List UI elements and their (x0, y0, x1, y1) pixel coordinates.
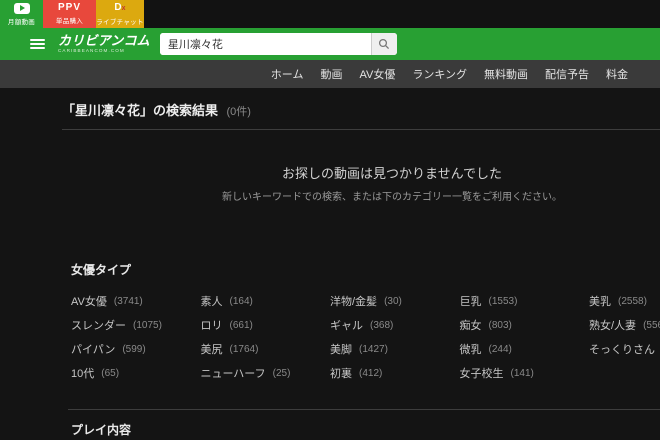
nav-pricing[interactable]: 料金 (606, 66, 628, 82)
nav-ranking[interactable]: ランキング (412, 66, 467, 82)
livechat-button[interactable]: Dx ライブチャット (96, 0, 144, 28)
empty-results-title: お探しの動画は見つかりませんでした (62, 164, 660, 184)
nav-videos[interactable]: 動画 (320, 66, 342, 82)
category-grid: AV女優(3741) 素人(164) 洋物/金髪(30) 巨乳(1553) 美乳… (62, 289, 660, 385)
category-link[interactable]: 美乳(2558) (589, 289, 660, 313)
main-content: 「星川凛々花」の検索結果 (0件) お探しの動画は見つかりませんでした 新しいキ… (0, 88, 660, 440)
nav-home[interactable]: ホーム (271, 66, 304, 82)
page: { "topbar": { "monthly": { "label": "月額動… (0, 0, 660, 440)
category-link[interactable]: そっくりさん(73) (589, 337, 660, 361)
empty-results-message: お探しの動画は見つかりませんでした 新しいキーワードでの検索、または下のカテゴリ… (62, 164, 660, 205)
play-icon (14, 3, 30, 14)
category-link[interactable]: 巨乳(1553) (460, 289, 590, 313)
livechat-label: ライブチャット (96, 16, 144, 26)
nav-free-videos[interactable]: 無料動画 (484, 66, 528, 82)
category-link[interactable]: スレンダー(1075) (71, 313, 201, 337)
category-link[interactable]: ロリ(661) (201, 313, 331, 337)
dx-logo-icon: Dx (114, 3, 125, 14)
section-title-play-content: プレイ内容 (62, 421, 660, 439)
ppv-button[interactable]: PPV 単品購入 (43, 0, 96, 28)
nav-av-actress[interactable]: AV女優 (359, 66, 395, 82)
empty-results-hint: 新しいキーワードでの検索、または下のカテゴリー一覧をご利用ください。 (62, 190, 660, 205)
category-link[interactable]: 洋物/金髪(30) (330, 289, 460, 313)
category-link[interactable]: パイパン(599) (71, 337, 201, 361)
site-logo[interactable]: カリビアンコム CARIBBEANCOM.COM (58, 34, 150, 54)
play-triangle (20, 5, 25, 11)
search-results-header: 「星川凛々花」の検索結果 (0件) (62, 88, 660, 122)
divider (62, 129, 660, 130)
site-header: カリビアンコム CARIBBEANCOM.COM (0, 28, 660, 60)
category-link[interactable]: 痴女(803) (460, 313, 590, 337)
search-input[interactable] (160, 33, 371, 55)
category-link[interactable]: 微乳(244) (460, 337, 590, 361)
category-link[interactable]: 美尻(1764) (201, 337, 331, 361)
topbar: 月額動画 PPV 単品購入 Dx ライブチャット (0, 0, 660, 28)
main-nav: ホーム 動画 AV女優 ランキング 無料動画 配信予告 料金 (0, 60, 660, 88)
site-logo-title: カリビアンコム (58, 34, 150, 47)
ppv-title: PPV (58, 3, 81, 13)
monthly-video-button[interactable]: 月額動画 (0, 0, 43, 28)
search-results-title: 「星川凛々花」の検索結果 (62, 103, 218, 118)
category-link[interactable]: 初裏(412) (330, 361, 460, 385)
category-link[interactable]: ニューハーフ(25) (201, 361, 331, 385)
divider (68, 409, 660, 410)
category-link[interactable]: AV女優(3741) (71, 289, 201, 313)
category-link[interactable]: 美脚(1427) (330, 337, 460, 361)
category-link[interactable]: 素人(164) (201, 289, 331, 313)
section-title-actress-type: 女優タイプ (62, 261, 660, 279)
menu-icon[interactable] (30, 37, 45, 51)
ppv-label: 単品購入 (56, 15, 83, 25)
search-button[interactable] (371, 33, 397, 55)
category-link[interactable]: ギャル(368) (330, 313, 460, 337)
nav-streaming-schedule[interactable]: 配信予告 (545, 66, 589, 82)
content-container: 「星川凛々花」の検索結果 (0件) お探しの動画は見つかりませんでした 新しいキ… (62, 88, 660, 439)
dx-logo-x: x (122, 5, 126, 12)
category-link[interactable]: 10代(65) (71, 361, 201, 385)
category-link[interactable]: 熟女/人妻(556) (589, 313, 660, 337)
search-results-count: (0件) (226, 106, 250, 118)
dx-logo-d: D (114, 2, 121, 13)
monthly-video-label: 月額動画 (8, 16, 35, 26)
search-box (160, 33, 397, 55)
site-logo-subtitle: CARIBBEANCOM.COM (58, 49, 150, 54)
search-icon (378, 38, 390, 50)
category-link[interactable]: 女子校生(141) (460, 361, 590, 385)
